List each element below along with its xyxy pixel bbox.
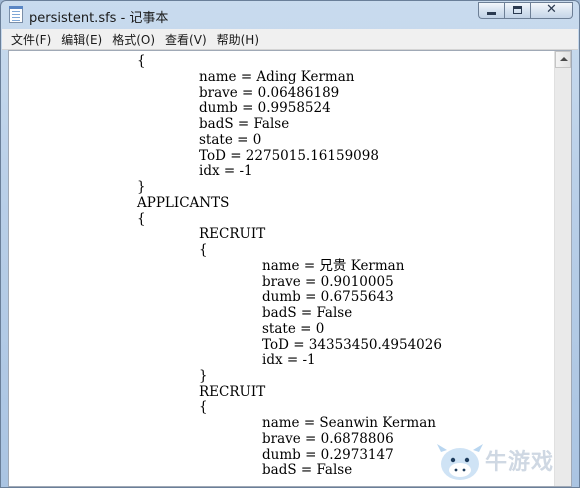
close-icon: ✕ [546,2,557,17]
maximize-icon [513,6,522,14]
watermark-text: 牛游戏 [485,450,555,475]
text-line: brave = 0.6878806 [262,431,394,447]
text-line: state = 0 [199,132,262,148]
text-line: { [199,399,208,415]
text-line: state = 0 [262,321,325,337]
menu-view[interactable]: 查看(V) [160,31,212,48]
cow-mascot-icon [437,444,483,480]
text-editor[interactable]: { name = Ading Kerman brave = 0.06486189… [8,50,572,487]
text-line: badS = False [199,116,290,132]
text-line: badS = False [262,462,353,478]
text-line: APPLICANTS [137,195,230,211]
document-text[interactable]: { name = Ading Kerman brave = 0.06486189… [9,51,554,486]
watermark: 牛游戏 [437,442,567,484]
text-line: ToD = 2275015.16159098 [199,148,379,164]
text-line: { [137,211,146,227]
text-line: name = Seanwin Kerman [262,415,436,431]
minimize-button[interactable] [478,2,504,19]
text-line: name = Ading Kerman [199,69,355,85]
text-line: name = 兄贵 Kerman [262,258,405,274]
menu-bar: 文件(F) 编辑(E) 格式(O) 查看(V) 帮助(H) [2,29,578,50]
scroll-up-arrow-icon[interactable] [555,51,571,68]
title-bar[interactable]: persistent.sfs - 记事本 ✕ [1,1,579,29]
caption-buttons: ✕ [478,2,573,19]
text-line: idx = -1 [199,163,253,179]
text-line: idx = -1 [262,352,316,368]
maximize-button[interactable] [504,2,530,19]
menu-edit[interactable]: 编辑(E) [56,31,107,48]
close-button[interactable]: ✕ [530,2,573,19]
notepad-window: persistent.sfs - 记事本 ✕ 文件(F) 编辑(E) 格式(O)… [0,0,580,488]
menu-format[interactable]: 格式(O) [107,31,160,48]
menu-help[interactable]: 帮助(H) [212,31,264,48]
vertical-scrollbar[interactable] [554,51,571,486]
text-line: { [137,53,146,69]
window-title: persistent.sfs - 记事本 [29,11,169,26]
text-line: brave = 0.9010005 [262,274,394,290]
text-line: dumb = 0.9958524 [199,100,331,116]
notepad-icon[interactable] [9,6,23,23]
text-line: RECRUIT [199,226,266,242]
menu-file[interactable]: 文件(F) [6,31,56,48]
text-line: badS = False [262,305,353,321]
text-line: dumb = 0.2973147 [262,447,394,463]
minimize-icon [487,12,496,15]
text-line: RECRUIT [199,384,266,400]
text-line: ToD = 34353450.4954026 [262,337,442,353]
text-line: dumb = 0.6755643 [262,289,394,305]
text-line: brave = 0.06486189 [199,85,340,101]
text-line: { [199,242,208,258]
text-line: } [199,368,208,384]
text-line: } [137,179,146,195]
